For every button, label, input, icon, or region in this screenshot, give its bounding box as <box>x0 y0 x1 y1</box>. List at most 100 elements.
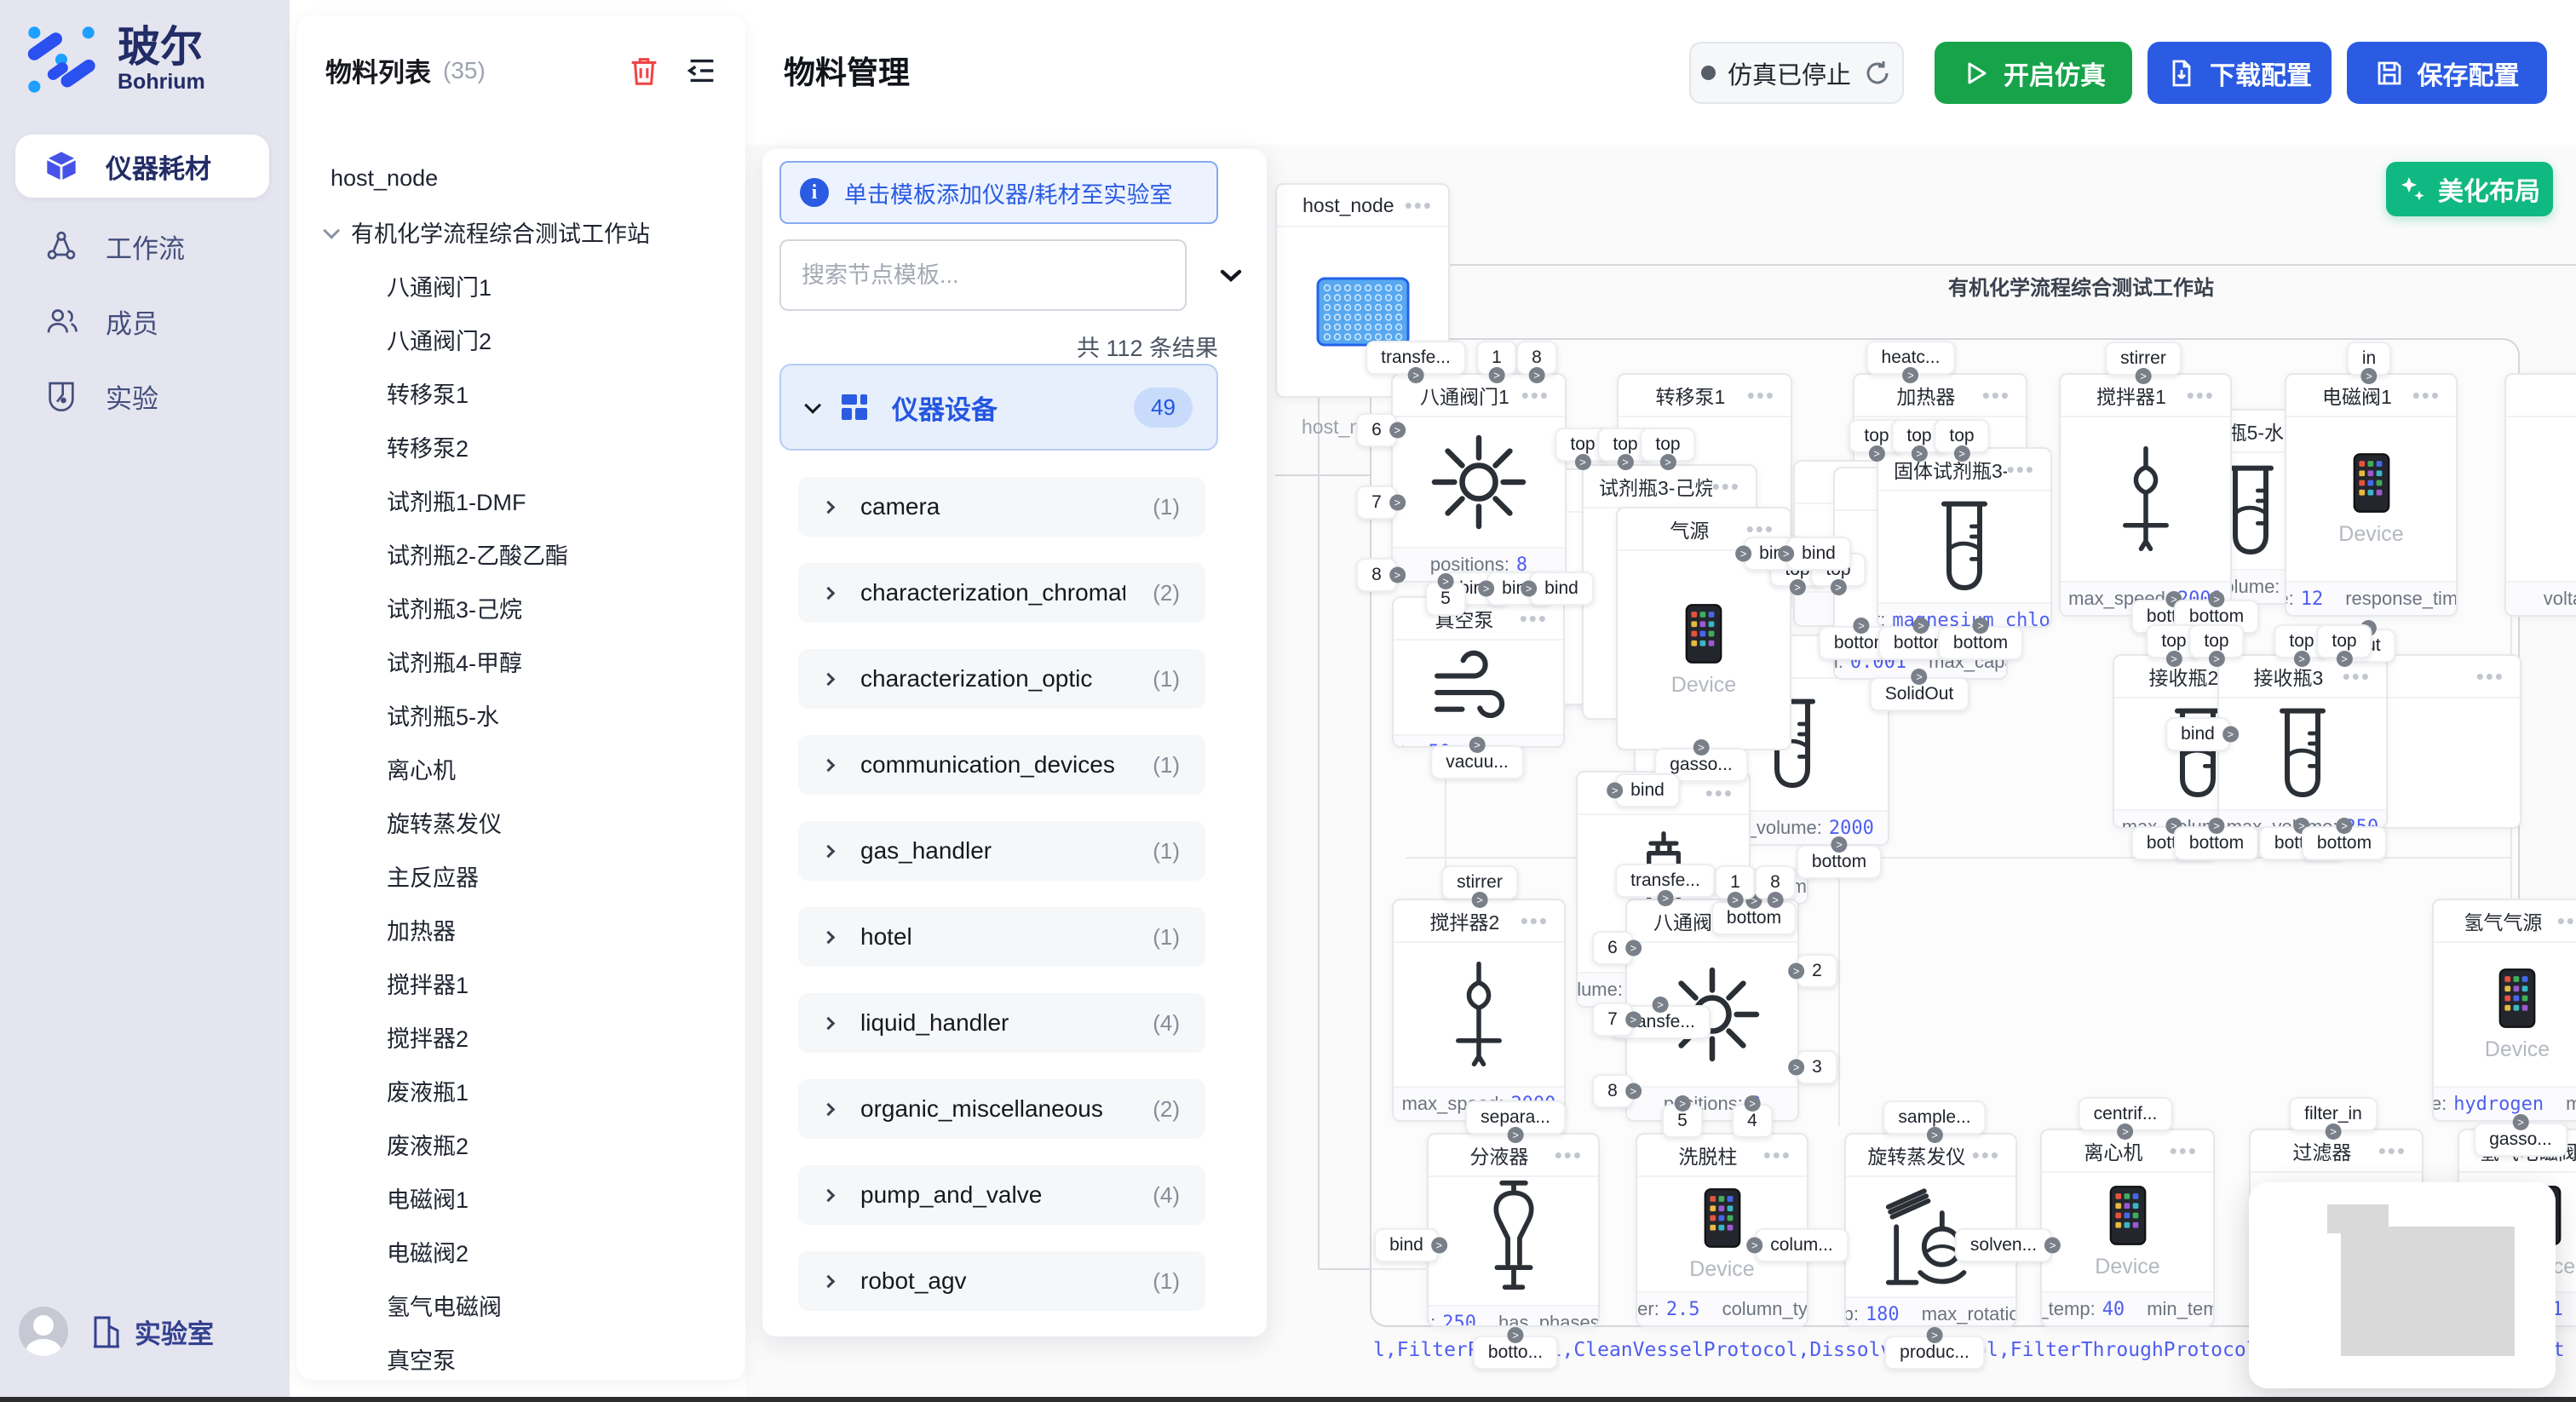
port-handle-icon[interactable]: > <box>1728 892 1744 908</box>
port-chip-top[interactable]: top> <box>2316 624 2372 658</box>
node-solid-bottle-3[interactable]: 固体试剂瓶3-氯化镁•••agent:magnesium_chloride <box>1877 447 2052 628</box>
port-chip-bind[interactable]: bind> <box>1786 537 1851 571</box>
port-chip-6[interactable]: 6> <box>1356 413 1397 447</box>
port-handle-icon[interactable]: > <box>1508 1327 1524 1343</box>
node-vacuum-pump[interactable]: 真空泵•••pump_rate:50max_vacuum:0.1 <box>1392 596 1565 748</box>
port-handle-icon[interactable]: > <box>1830 579 1846 595</box>
template-group-camera[interactable]: camera(1) <box>798 477 1205 537</box>
tree-item[interactable]: 八通阀门1 <box>296 259 745 313</box>
port-chip-filter_in[interactable]: filter_in> <box>2289 1097 2378 1131</box>
node-menu-icon[interactable]: ••• <box>1405 201 1433 210</box>
port-handle-icon[interactable]: > <box>1972 618 1988 634</box>
tree-item[interactable]: 试剂瓶3-己烷 <box>296 581 745 635</box>
port-chip-bottom[interactable]: bottom> <box>1797 845 1882 879</box>
port-handle-icon[interactable]: > <box>2325 1123 2341 1140</box>
port-chip-top[interactable]: top> <box>1640 428 1695 462</box>
collapse-list-icon[interactable] <box>684 53 720 89</box>
node-receive-bottle-3[interactable]: 接收瓶3•••max_volume:250 <box>2217 654 2388 829</box>
template-group-robot_agv[interactable]: robot_agv(1) <box>798 1251 1205 1311</box>
template-group-pump_and_valve[interactable]: pump_and_valve(4) <box>798 1165 1205 1225</box>
port-chip-8[interactable]: 8> <box>1516 341 1557 375</box>
sidebar-item-experiment[interactable]: 实验 <box>15 365 269 428</box>
node-valve8-1[interactable]: 八通阀门1•••positions:8 <box>1391 373 1567 583</box>
port-chip-5[interactable]: 5> <box>1662 1104 1703 1138</box>
sidebar-item-members[interactable]: 成员 <box>15 290 269 353</box>
node-centrifuge[interactable]: 离心机•••Devicemax_temp:40min_temp:4 <box>2040 1129 2215 1327</box>
port-chip-heatc[interactable]: heatc...> <box>1866 341 1956 375</box>
port-chip-1[interactable]: 1> <box>1476 341 1517 375</box>
port-handle-icon[interactable]: > <box>1788 963 1804 980</box>
port-chip-stirrer[interactable]: stirrer> <box>2105 342 2182 376</box>
port-chip-separa[interactable]: separa...> <box>1465 1100 1566 1135</box>
port-chip-7[interactable]: 7> <box>1592 1003 1633 1037</box>
node-menu-icon[interactable]: ••• <box>1763 1151 1791 1159</box>
port-handle-icon[interactable]: > <box>1735 546 1751 562</box>
port-handle-icon[interactable]: > <box>2208 591 2224 607</box>
port-handle-icon[interactable]: > <box>1926 1127 1942 1143</box>
node-menu-icon[interactable]: ••• <box>2557 916 2576 925</box>
port-handle-icon[interactable]: > <box>1521 581 1537 597</box>
download-config-button[interactable]: 下载配置 <box>2148 42 2332 104</box>
port-chip-solven[interactable]: solven...> <box>1955 1228 2052 1262</box>
port-handle-icon[interactable]: > <box>1912 618 1929 634</box>
port-handle-icon[interactable]: > <box>1625 940 1642 957</box>
refresh-icon[interactable] <box>1863 59 1892 88</box>
port-handle-icon[interactable]: > <box>1778 546 1794 562</box>
node-menu-icon[interactable]: ••• <box>2170 1146 2198 1155</box>
tree-item[interactable]: 氢气电磁阀 <box>296 1278 745 1332</box>
port-handle-icon[interactable]: > <box>1471 892 1487 908</box>
port-chip-SolidOut[interactable]: SolidOut> <box>1870 677 1969 711</box>
port-handle-icon[interactable]: > <box>1746 1238 1762 1254</box>
port-chip-2[interactable]: 2> <box>1797 954 1837 988</box>
port-handle-icon[interactable]: > <box>2336 818 2352 834</box>
tree-item[interactable]: 八通阀门2 <box>296 313 745 366</box>
node-menu-icon[interactable]: ••• <box>1521 391 1550 399</box>
port-handle-icon[interactable]: > <box>2044 1238 2061 1254</box>
port-chip-bottom[interactable]: bottom> <box>1938 626 2023 660</box>
port-handle-icon[interactable]: > <box>1508 1127 1524 1143</box>
sidebar-item-instruments[interactable]: 仪器耗材 <box>15 135 269 198</box>
template-group-communication_devices[interactable]: communication_devices(1) <box>798 735 1205 795</box>
port-chip-top[interactable]: top> <box>1934 419 1989 453</box>
start-simulation-button[interactable]: 开启仿真 <box>1935 42 2132 104</box>
category-instruments[interactable]: 仪器设备 49 <box>779 364 1218 451</box>
tree-item[interactable]: 试剂瓶2-乙酸乙酯 <box>296 527 745 581</box>
template-group-characterization_chromatic[interactable]: characterization_chromatic(2) <box>798 563 1205 623</box>
tree-item[interactable]: 搅拌器2 <box>296 1010 745 1064</box>
node-stirrer-2[interactable]: 搅拌器2•••max_speed:2000 <box>1392 899 1566 1122</box>
port-handle-icon[interactable]: > <box>1625 1083 1642 1100</box>
tree-item-root[interactable]: host_node <box>296 152 745 205</box>
port-chip-centrif[interactable]: centrif...> <box>2079 1097 2173 1131</box>
port-chip-8[interactable]: 8> <box>1592 1074 1633 1108</box>
port-chip-colum[interactable]: colum...> <box>1755 1228 1849 1262</box>
port-handle-icon[interactable]: > <box>2135 368 2151 384</box>
simulation-status-pill[interactable]: 仿真已停止 <box>1689 42 1904 104</box>
port-handle-icon[interactable]: > <box>1469 737 1485 753</box>
port-handle-icon[interactable]: > <box>1389 495 1406 511</box>
collapse-templates-icon[interactable] <box>1216 260 1246 290</box>
port-chip-transfe[interactable]: transfe...> <box>1366 341 1466 375</box>
port-handle-icon[interactable]: > <box>1438 573 1454 589</box>
port-handle-icon[interactable]: > <box>1868 445 1884 462</box>
node-menu-icon[interactable]: ••• <box>1520 614 1548 623</box>
node-solenoid-2[interactable]: •••voltage:12 <box>2504 373 2576 617</box>
lab-link[interactable]: 实验室 <box>92 1313 214 1351</box>
port-handle-icon[interactable]: > <box>2208 651 2224 667</box>
node-menu-icon[interactable]: ••• <box>1521 916 1549 925</box>
tree-item[interactable]: 废液瓶1 <box>296 1064 745 1118</box>
node-solenoid-1[interactable]: 电磁阀1•••Devicevoltage:12response_time:0.1 <box>2285 373 2458 617</box>
node-menu-icon[interactable]: ••• <box>2343 672 2371 681</box>
template-group-gas_handler[interactable]: gas_handler(1) <box>798 821 1205 881</box>
port-chip-in[interactable]: in> <box>2347 342 2391 376</box>
template-group-characterization_optic[interactable]: characterization_optic(1) <box>798 649 1205 709</box>
port-chip-8[interactable]: 8> <box>1356 558 1397 592</box>
port-handle-icon[interactable]: > <box>1617 454 1633 470</box>
node-menu-icon[interactable]: ••• <box>2378 1146 2406 1155</box>
port-handle-icon[interactable]: > <box>1478 581 1494 597</box>
port-chip-bottom[interactable]: bottom> <box>2302 826 2387 860</box>
port-handle-icon[interactable]: > <box>1407 367 1423 383</box>
port-handle-icon[interactable]: > <box>1911 445 1927 462</box>
port-chip-vacuu[interactable]: vacuu...> <box>1430 745 1524 779</box>
tree-item[interactable]: 真空泵 <box>296 1332 745 1386</box>
node-separator[interactable]: 分液器•••volume:250has_phases:true <box>1427 1133 1600 1327</box>
